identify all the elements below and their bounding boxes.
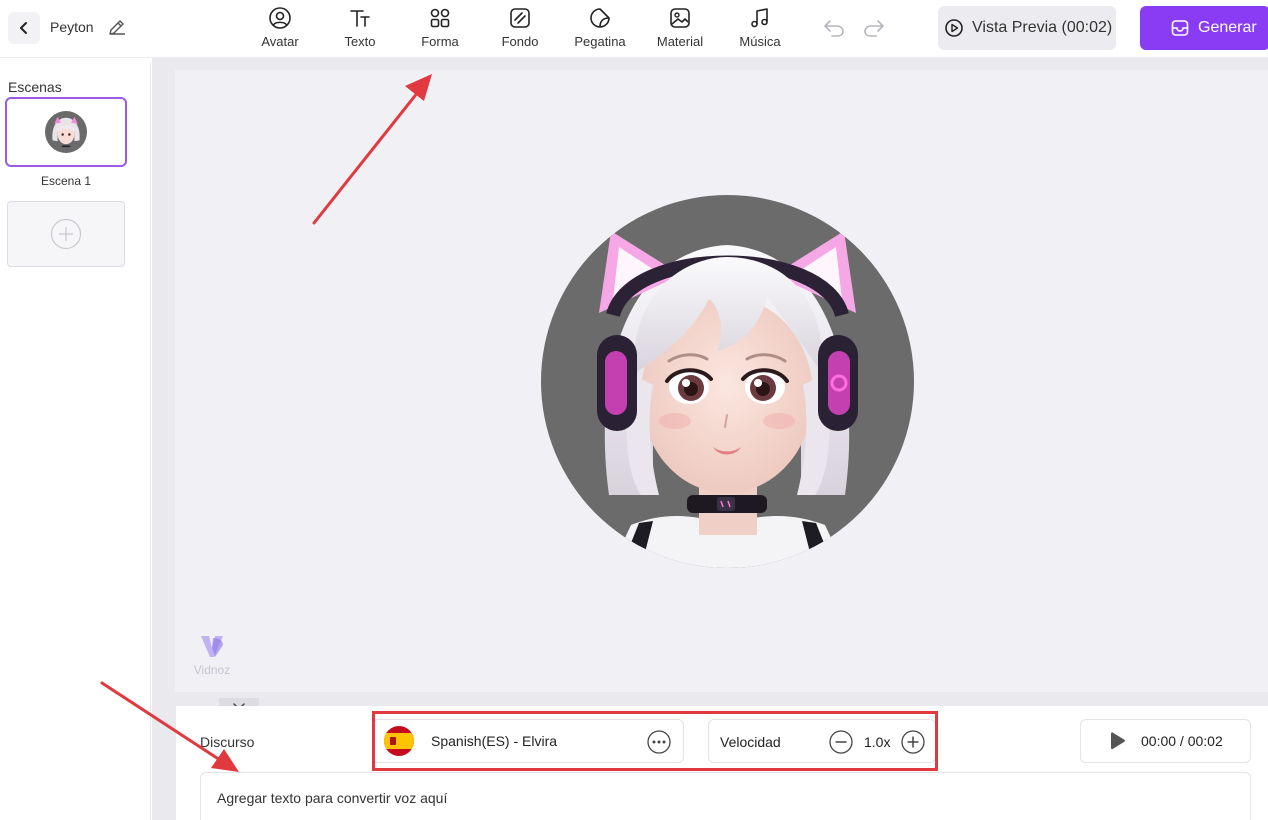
tool-avatar[interactable]: Avatar xyxy=(245,6,315,52)
more-options-icon[interactable] xyxy=(647,730,671,754)
generate-label: Generar xyxy=(1198,19,1257,36)
tool-label: Música xyxy=(739,34,781,49)
audio-player: 00:00 / 00:02 xyxy=(1080,719,1251,763)
speed-value: 1.0x xyxy=(864,734,891,750)
tool-label: Pegatina xyxy=(574,34,626,49)
user-circle-icon xyxy=(269,7,291,29)
tool-background[interactable]: Fondo xyxy=(485,6,555,52)
avatar-image xyxy=(541,195,914,568)
preview-label: Vista Previa (00:02) xyxy=(972,19,1113,36)
tool-label: Material xyxy=(656,34,704,49)
avatar-figure[interactable] xyxy=(541,195,914,568)
voice-name: Spanish(ES) - Elvira xyxy=(431,733,558,749)
chevron-left-icon xyxy=(20,22,27,34)
tool-music[interactable]: Música xyxy=(725,6,795,52)
scene-thumbnail[interactable] xyxy=(5,97,127,167)
preview-button[interactable]: Vista Previa (00:02) xyxy=(938,6,1116,50)
voice-selector[interactable]: Spanish(ES) - Elvira xyxy=(372,719,684,763)
top-toolbar: Peyton Avatar Texto Forma Fondo Pegatina… xyxy=(0,0,1268,58)
text-icon xyxy=(350,10,370,27)
project-name: Peyton xyxy=(50,19,94,35)
shapes-icon xyxy=(430,8,450,28)
tool-material[interactable]: Material xyxy=(645,6,715,52)
speech-panel: Discurso Spanish(ES) - Elvira Velocidad … xyxy=(176,706,1268,820)
scenes-title: Escenas xyxy=(8,79,62,95)
music-icon xyxy=(751,8,768,28)
tool-sticker[interactable]: Pegatina xyxy=(565,6,635,52)
back-button[interactable] xyxy=(8,12,40,44)
speech-label: Discurso xyxy=(200,734,255,750)
inbox-icon xyxy=(1171,20,1189,36)
minus-circle-icon[interactable] xyxy=(829,730,853,754)
speech-text-input[interactable] xyxy=(200,772,1251,820)
tool-shape[interactable]: Forma xyxy=(405,6,475,52)
plus-circle-icon xyxy=(50,218,82,250)
image-icon xyxy=(670,8,690,28)
tool-text[interactable]: Texto xyxy=(325,6,395,52)
scene-label: Escena 1 xyxy=(40,174,92,188)
vidnoz-logo-icon xyxy=(201,636,223,657)
tool-label: Avatar xyxy=(261,34,299,49)
tool-label: Forma xyxy=(421,34,459,49)
generate-button[interactable]: Generar xyxy=(1140,6,1268,50)
add-scene-button[interactable] xyxy=(7,201,125,267)
speed-control: Velocidad 1.0x xyxy=(708,719,936,763)
plus-circle-icon[interactable] xyxy=(901,730,925,754)
tool-label: Texto xyxy=(344,34,376,49)
undo-icon[interactable] xyxy=(822,17,846,39)
sticker-icon xyxy=(590,8,610,28)
audio-time: 00:00 / 00:02 xyxy=(1141,733,1223,749)
play-icon[interactable] xyxy=(1107,731,1127,751)
tool-label: Fondo xyxy=(501,34,539,49)
vidnoz-watermark: Vidnoz xyxy=(187,632,237,677)
scenes-sidebar: Escenas Escena 1 xyxy=(0,62,151,820)
avatar-thumbnail xyxy=(45,111,87,153)
background-icon xyxy=(510,8,530,28)
play-circle-icon xyxy=(945,19,963,37)
video-canvas[interactable]: Vidnoz xyxy=(175,70,1268,716)
speed-label: Velocidad xyxy=(720,734,781,750)
watermark-text: Vidnoz xyxy=(193,663,231,677)
edit-pencil-icon[interactable] xyxy=(107,17,127,37)
redo-icon[interactable] xyxy=(862,17,886,39)
spain-flag-icon xyxy=(384,726,414,756)
